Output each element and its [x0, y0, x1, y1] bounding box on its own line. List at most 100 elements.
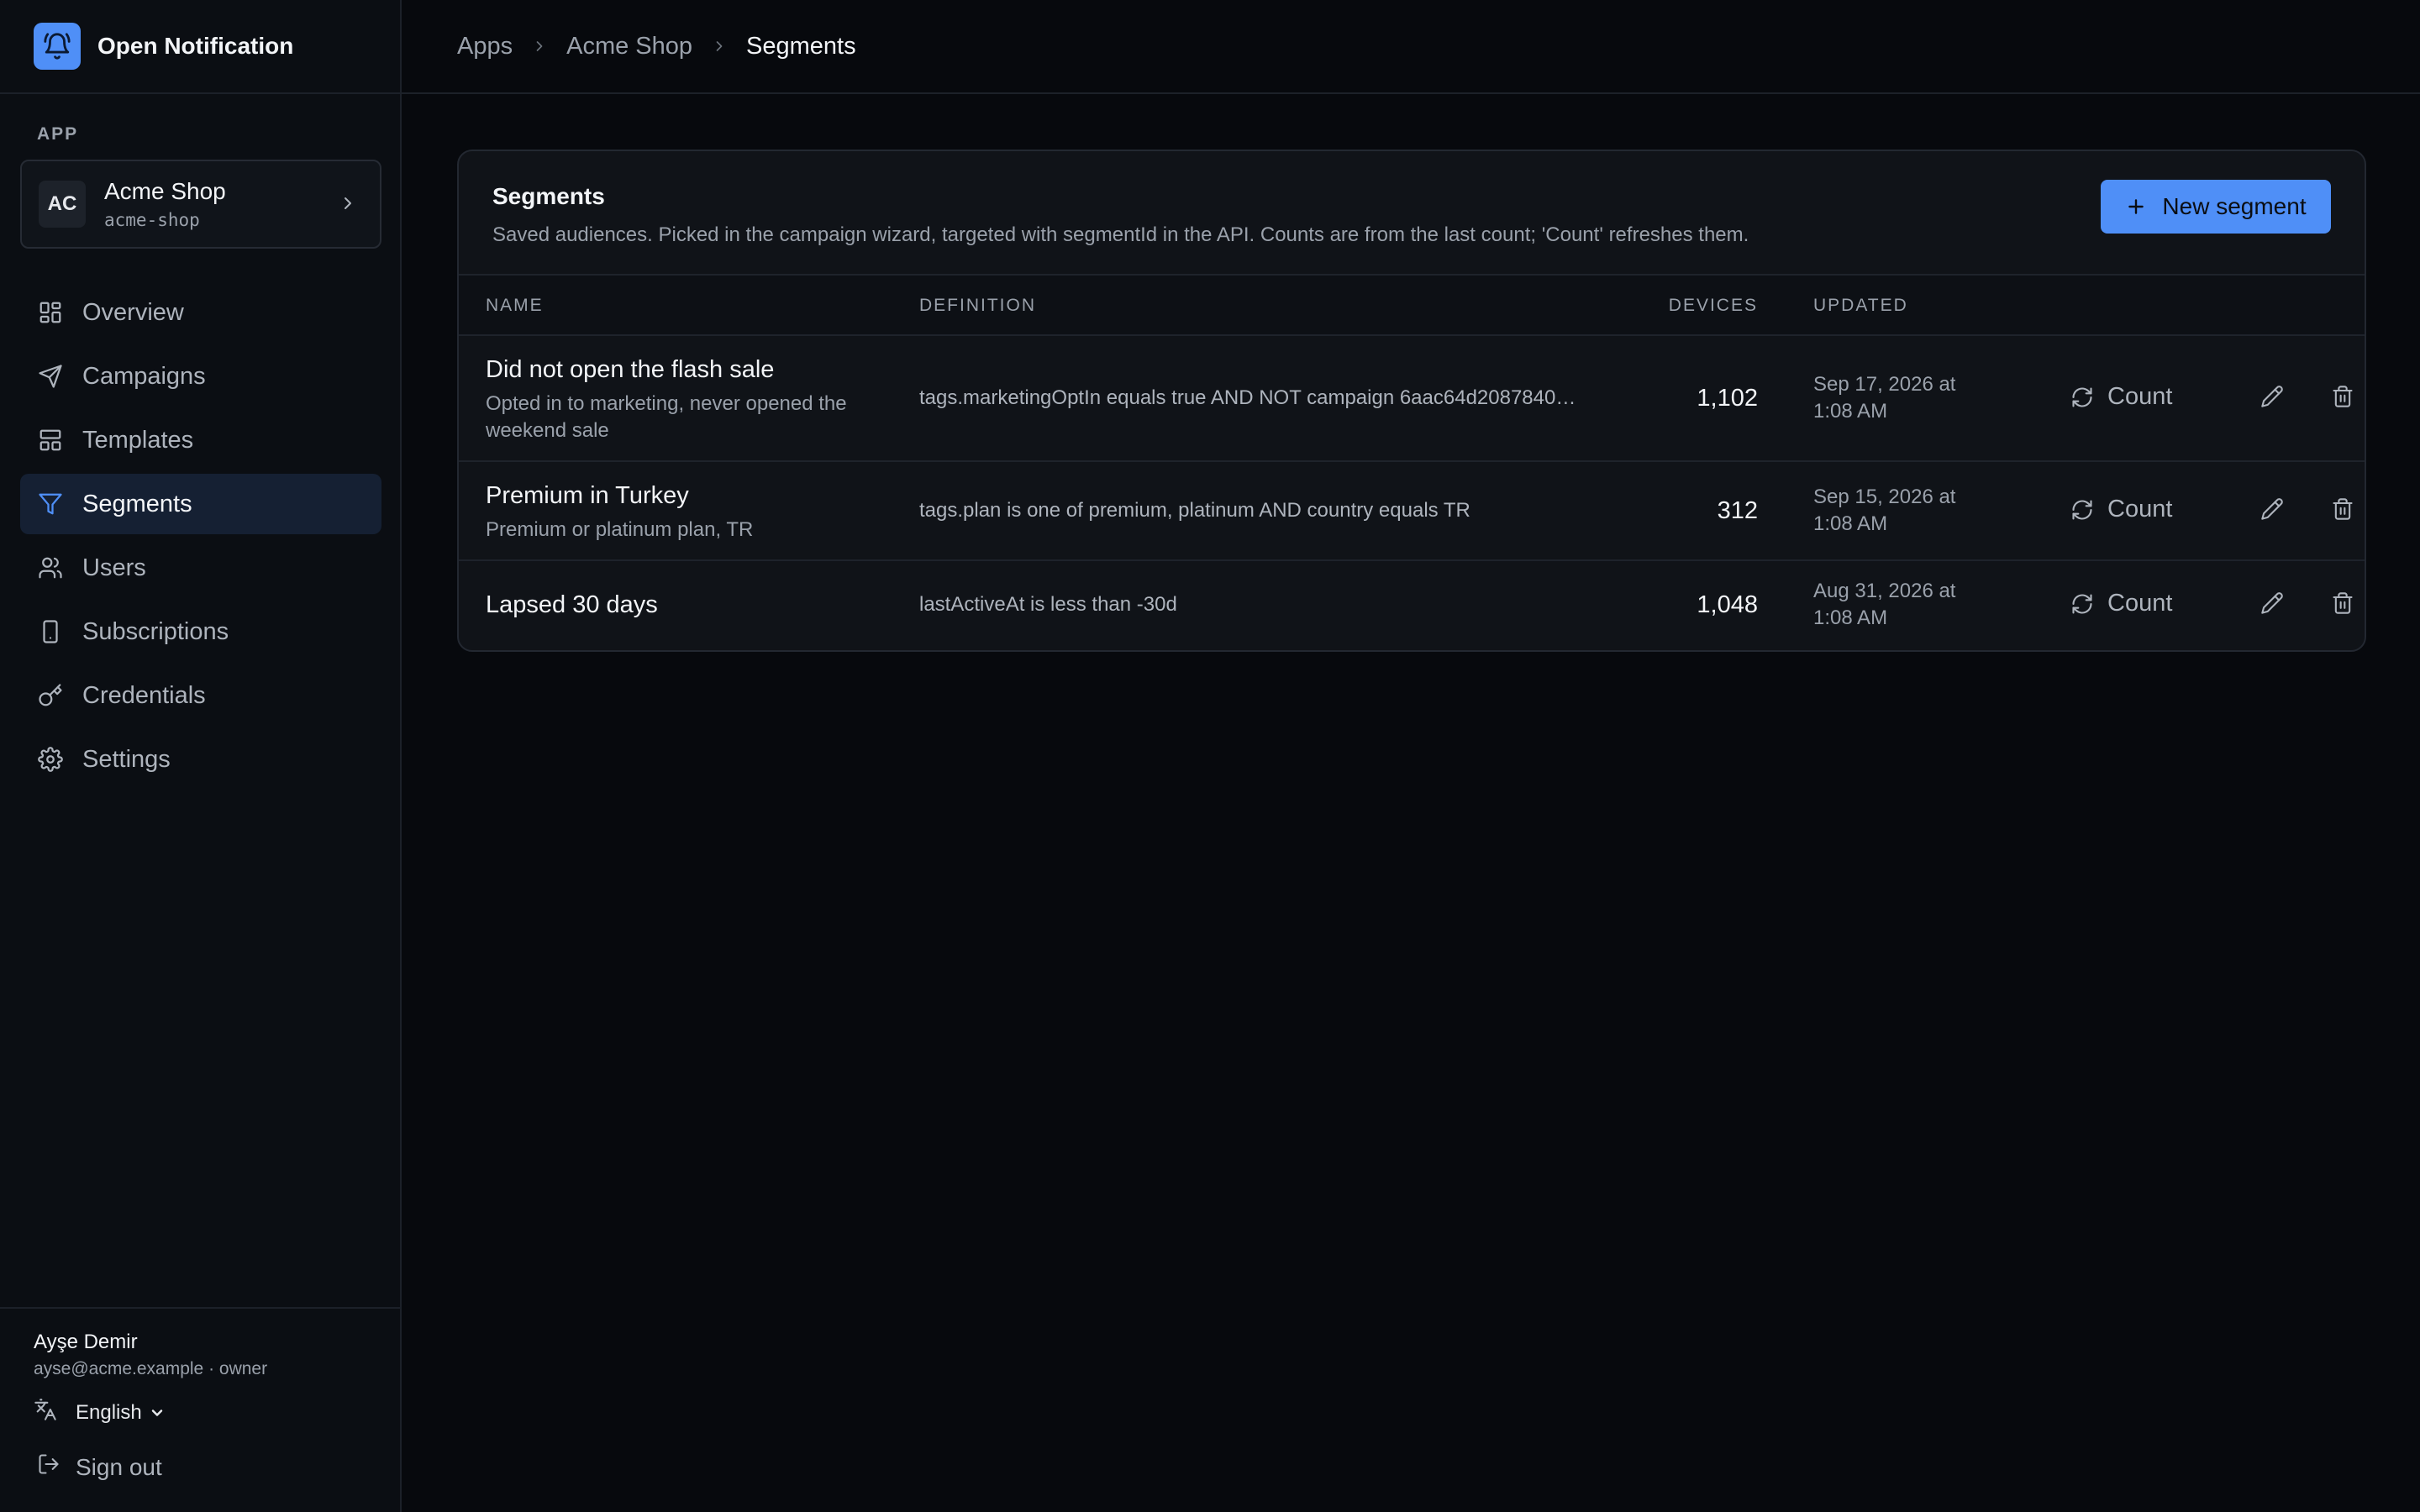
trash-icon — [2331, 385, 2354, 412]
user-name: Ayşe Demir — [34, 1331, 138, 1353]
gear-icon — [37, 746, 64, 773]
refresh-icon — [2070, 386, 2094, 409]
sidebar-item-campaigns[interactable]: Campaigns — [20, 346, 381, 407]
bell-icon — [34, 23, 81, 70]
column-header-devices: DEVICES — [1668, 296, 1758, 315]
sidebar-nav: Overview Campaigns Templates Segments Us… — [20, 282, 381, 793]
table-row: Lapsed 30 days lastActiveAt is less than… — [459, 561, 2365, 650]
segment-devices: 1,048 — [1697, 591, 1758, 618]
sidebar: Open Notification APP AC Acme Shop acme-… — [0, 0, 402, 1512]
language-value: English — [76, 1400, 142, 1424]
refresh-icon — [2070, 498, 2094, 522]
edit-button[interactable] — [2255, 588, 2289, 622]
delete-button[interactable] — [2326, 588, 2360, 622]
sidebar-item-settings[interactable]: Settings — [20, 729, 381, 790]
user-meta: ayse@acme.example · owner — [34, 1359, 268, 1378]
segment-description: Premium or platinum plan, TR — [486, 518, 754, 541]
pencil-icon — [2260, 497, 2284, 525]
segment-name[interactable]: Premium in Turkey — [486, 482, 864, 510]
column-header-name: NAME — [486, 296, 544, 315]
sidebar-item-subscriptions[interactable]: Subscriptions — [20, 601, 381, 662]
segment-definition: tags.plan is one of premium, platinum AN… — [919, 499, 1470, 522]
app-avatar: AC — [39, 181, 86, 228]
sidebar-item-label: Users — [82, 554, 146, 581]
sidebar-item-label: Templates — [82, 426, 194, 454]
key-icon — [37, 682, 64, 709]
breadcrumb-current: Segments — [746, 32, 856, 60]
filter-icon — [37, 491, 64, 517]
count-label: Count — [2107, 496, 2173, 522]
smartphone-icon — [37, 618, 64, 645]
edit-button[interactable] — [2255, 381, 2289, 415]
card-header: Segments Saved audiences. Picked in the … — [459, 151, 2365, 274]
breadcrumb: Apps Acme Shop Segments — [402, 0, 2420, 94]
sign-out-label: Sign out — [76, 1453, 162, 1480]
app-name: Acme Shop — [104, 178, 226, 204]
edit-button[interactable] — [2255, 494, 2289, 528]
brand[interactable]: Open Notification — [0, 0, 400, 94]
log-out-icon — [37, 1452, 60, 1482]
segment-devices: 312 — [1717, 497, 1758, 524]
count-button[interactable]: Count — [2070, 496, 2172, 523]
app-slug: acme-shop — [104, 210, 200, 230]
sidebar-item-label: Settings — [82, 745, 171, 773]
sidebar-item-label: Credentials — [82, 681, 206, 709]
sidebar-footer: Ayşe Demir ayse@acme.example · owner Eng… — [0, 1307, 400, 1512]
page-description: Saved audiences. Picked in the campaign … — [492, 223, 1749, 246]
delete-button[interactable] — [2326, 494, 2360, 528]
pencil-icon — [2260, 385, 2284, 412]
table-row: Did not open the flash sale Opted in to … — [459, 336, 2365, 462]
segment-description: Opted in to marketing, never opened the … — [486, 392, 847, 442]
language-select[interactable]: English — [76, 1401, 166, 1425]
refresh-icon — [2070, 592, 2094, 616]
trash-icon — [2331, 497, 2354, 525]
new-segment-label: New segment — [2162, 193, 2307, 219]
chevron-right-icon — [338, 193, 358, 218]
table-header: NAME DEFINITION DEVICES UPDATED — [459, 274, 2365, 336]
trash-icon — [2331, 591, 2354, 619]
sidebar-item-credentials[interactable]: Credentials — [20, 665, 381, 726]
page-title: Segments — [492, 183, 605, 209]
segments-card: Segments Saved audiences. Picked in the … — [457, 150, 2366, 652]
new-segment-button[interactable]: New segment — [2101, 180, 2331, 234]
column-header-definition: DEFINITION — [919, 296, 1036, 315]
breadcrumb-app[interactable]: Acme Shop — [566, 33, 692, 60]
segment-name[interactable]: Lapsed 30 days — [486, 591, 658, 619]
send-icon — [37, 363, 64, 390]
segment-updated: Aug 31, 2026 at 1:08 AM — [1813, 580, 1956, 629]
users-icon — [37, 554, 64, 581]
sidebar-item-label: Subscriptions — [82, 617, 229, 645]
segment-name[interactable]: Did not open the flash sale — [486, 356, 864, 384]
table-row: Premium in Turkey Premium or platinum pl… — [459, 462, 2365, 561]
sidebar-item-label: Campaigns — [82, 362, 206, 390]
segment-devices: 1,102 — [1697, 385, 1758, 412]
segment-definition: lastActiveAt is less than -30d — [919, 593, 1177, 616]
layout-icon — [37, 427, 64, 454]
sidebar-item-label: Overview — [82, 298, 184, 326]
count-button[interactable]: Count — [2070, 590, 2172, 617]
section-label-app: APP — [37, 124, 79, 144]
chevron-right-icon — [531, 38, 548, 55]
count-label: Count — [2107, 383, 2173, 410]
delete-button[interactable] — [2326, 381, 2360, 415]
breadcrumb-apps[interactable]: Apps — [457, 33, 513, 60]
sidebar-item-overview[interactable]: Overview — [20, 282, 381, 343]
sign-out-button[interactable]: Sign out — [34, 1452, 400, 1482]
column-header-updated: UPDATED — [1813, 296, 1908, 315]
languages-icon — [34, 1398, 57, 1427]
count-label: Count — [2107, 590, 2173, 617]
brand-name: Open Notification — [97, 33, 294, 59]
chevron-down-icon — [149, 1404, 166, 1421]
sidebar-item-segments[interactable]: Segments — [20, 474, 381, 534]
segment-updated: Sep 17, 2026 at 1:08 AM — [1813, 373, 1956, 423]
language-row: English — [34, 1398, 400, 1427]
count-button[interactable]: Count — [2070, 383, 2172, 411]
sidebar-item-users[interactable]: Users — [20, 538, 381, 598]
sidebar-item-label: Segments — [82, 490, 192, 517]
pencil-icon — [2260, 591, 2284, 619]
app-switcher[interactable]: AC Acme Shop acme-shop — [20, 160, 381, 249]
chevron-right-icon — [711, 38, 728, 55]
segment-updated: Sep 15, 2026 at 1:08 AM — [1813, 486, 1956, 535]
sidebar-item-templates[interactable]: Templates — [20, 410, 381, 470]
grid-icon — [37, 299, 64, 326]
